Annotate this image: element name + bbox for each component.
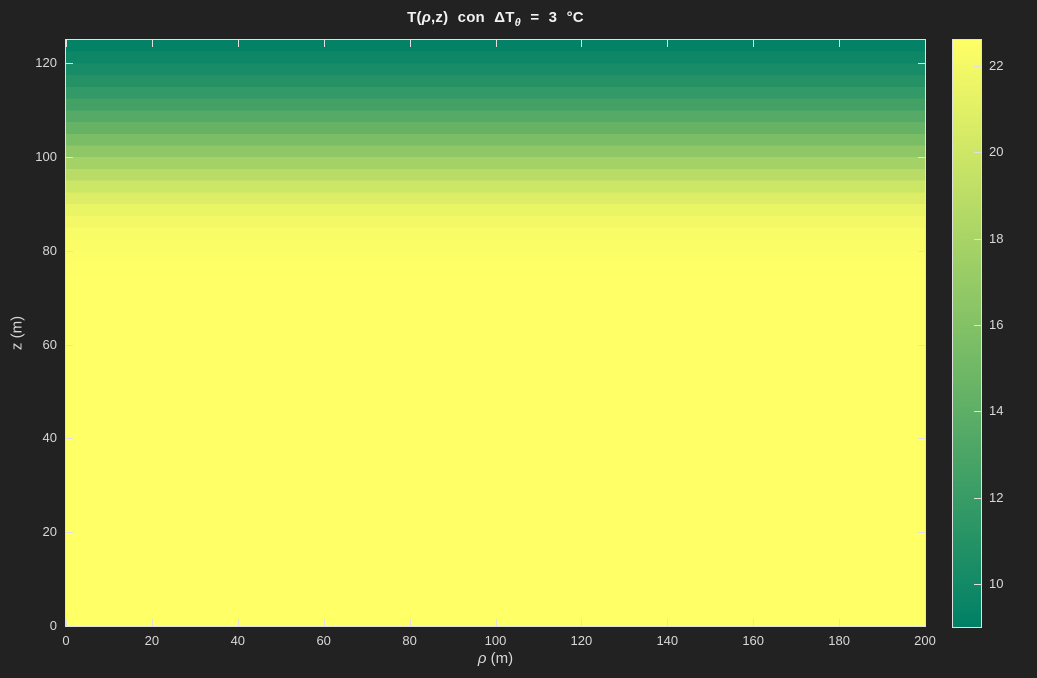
- y-tick-label: 80: [0, 243, 57, 259]
- colorbar-tick-label: 22: [989, 58, 1003, 74]
- x-tick-mark: [324, 619, 325, 626]
- y-tick-mark-right: [918, 626, 925, 627]
- y-tick-mark: [66, 626, 73, 627]
- y-tick-label: 120: [0, 55, 57, 71]
- title-text-1: T(: [407, 9, 422, 26]
- y-tick-mark-right: [918, 251, 925, 252]
- title-rho-symbol: ρ: [422, 9, 431, 26]
- x-tick-mark-top: [753, 40, 754, 47]
- x-tick-mark-top: [66, 40, 67, 47]
- colorbar-tick-label: 12: [989, 490, 1003, 506]
- y-tick-mark: [66, 251, 73, 252]
- x-tick-mark-top: [581, 40, 582, 47]
- y-tick-mark: [66, 63, 73, 64]
- y-tick-mark-right: [918, 63, 925, 64]
- x-tick-mark: [410, 619, 411, 626]
- x-tick-mark-top: [496, 40, 497, 47]
- x-tick-label: 20: [127, 633, 177, 649]
- y-tick-mark: [66, 438, 73, 439]
- x-tick-label: 100: [471, 633, 521, 649]
- heatmap-plot-area: [65, 39, 926, 627]
- colorbar: [952, 39, 982, 628]
- colorbar-tick-mark: [974, 152, 981, 153]
- colorbar-tick-mark: [974, 325, 981, 326]
- x-tick-label: 0: [41, 633, 91, 649]
- colorbar-tick-mark: [974, 66, 981, 67]
- y-tick-mark-right: [918, 345, 925, 346]
- x-tick-mark: [925, 619, 926, 626]
- colorbar-tick-mark: [974, 584, 981, 585]
- x-tick-mark-top: [152, 40, 153, 47]
- y-tick-mark: [66, 345, 73, 346]
- x-tick-label: 120: [556, 633, 606, 649]
- y-tick-mark: [66, 532, 73, 533]
- x-tick-mark-top: [839, 40, 840, 47]
- x-tick-mark-top: [410, 40, 411, 47]
- x-tick-label: 60: [299, 633, 349, 649]
- plot-title: T(ρ,z) con ΔTθ = 3 °C: [66, 9, 925, 29]
- x-tick-label: 80: [385, 633, 435, 649]
- colorbar-tick-label: 14: [989, 403, 1003, 419]
- x-tick-mark: [66, 619, 67, 626]
- x-tick-mark-top: [324, 40, 325, 47]
- x-tick-mark: [753, 619, 754, 626]
- title-text-3: = 3 °C: [521, 9, 584, 26]
- x-tick-mark: [581, 619, 582, 626]
- x-tick-mark: [496, 619, 497, 626]
- x-tick-mark: [839, 619, 840, 626]
- colorbar-tick-mark: [974, 411, 981, 412]
- x-tick-mark: [152, 619, 153, 626]
- colorbar-tick-mark: [974, 239, 981, 240]
- x-axis-label: ρ (m): [66, 650, 925, 667]
- x-tick-label: 40: [213, 633, 263, 649]
- title-delta-t: ΔT: [494, 9, 514, 26]
- y-tick-mark-right: [918, 157, 925, 158]
- x-tick-label: 180: [814, 633, 864, 649]
- colorbar-tick-label: 20: [989, 144, 1003, 160]
- colorbar-tick-label: 16: [989, 317, 1003, 333]
- x-tick-mark-top: [925, 40, 926, 47]
- colorbar-tick-label: 10: [989, 576, 1003, 592]
- x-axis-unit: (m): [486, 650, 513, 667]
- x-tick-mark: [667, 619, 668, 626]
- title-text-2: ,z) con: [431, 9, 494, 26]
- y-tick-mark-right: [918, 438, 925, 439]
- colorbar-tick-label: 18: [989, 231, 1003, 247]
- x-tick-label: 200: [900, 633, 950, 649]
- y-tick-label: 0: [0, 618, 57, 634]
- y-tick-mark-right: [918, 532, 925, 533]
- y-axis-label: z (m): [9, 316, 26, 350]
- x-tick-label: 140: [642, 633, 692, 649]
- y-tick-mark: [66, 157, 73, 158]
- matlab-figure: T(ρ,z) con ΔTθ = 3 °C 020406080100120140…: [0, 0, 1037, 678]
- y-tick-label: 40: [0, 430, 57, 446]
- x-tick-mark-top: [238, 40, 239, 47]
- x-tick-mark: [238, 619, 239, 626]
- y-tick-label: 20: [0, 524, 57, 540]
- x-tick-label: 160: [728, 633, 778, 649]
- y-tick-label: 100: [0, 149, 57, 165]
- x-tick-mark-top: [667, 40, 668, 47]
- colorbar-tick-mark: [974, 498, 981, 499]
